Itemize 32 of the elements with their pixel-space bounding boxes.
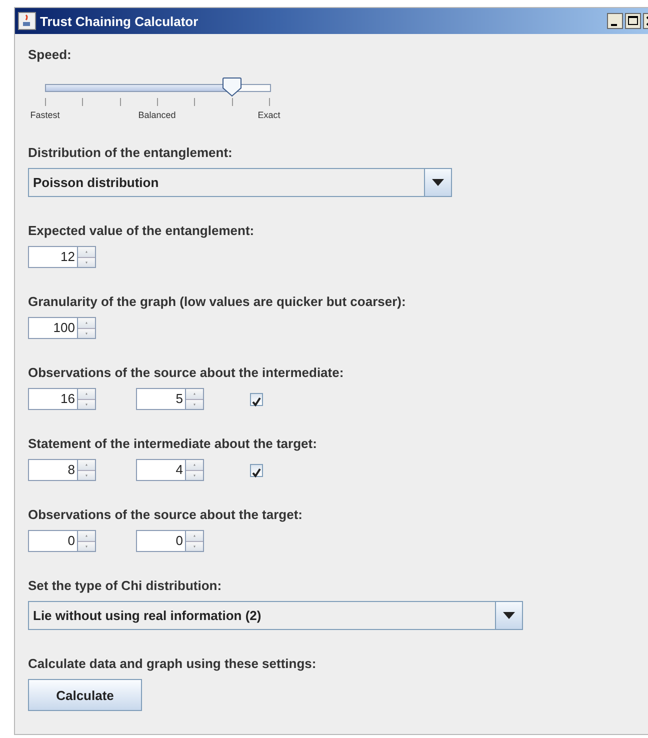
window-title: Trust Chaining Calculator — [40, 14, 198, 28]
number-spinner[interactable]: 0 — [28, 530, 96, 552]
tick-label: Fastest — [30, 110, 60, 120]
section-label: Distribution of the entanglement: — [28, 145, 232, 160]
slider-thumb[interactable] — [222, 77, 242, 97]
dropdown[interactable]: Poisson distribution — [28, 168, 452, 197]
cup-icon — [18, 12, 36, 30]
section-label: Granularity of the graph (low values are quicker but coarser): — [28, 294, 406, 309]
section-label: Set the type of Chi distribution: — [28, 578, 222, 593]
section-label: Calculate data and graph using these settings: — [28, 656, 316, 671]
section-label: Speed: — [28, 47, 72, 62]
section-label: Observations of the source about the target: — [28, 507, 302, 522]
number-spinner[interactable]: 4 — [136, 459, 204, 481]
caret-icon — [503, 612, 515, 619]
number-spinner[interactable]: 0 — [136, 530, 204, 552]
dropdown[interactable]: Lie without using real information (2) — [28, 601, 523, 630]
minimize-icon[interactable] — [607, 13, 623, 29]
number-spinner[interactable]: 12 — [28, 246, 96, 268]
number-spinner[interactable]: 16 — [28, 388, 96, 410]
tick-label: Exact — [258, 110, 280, 120]
checkbox[interactable] — [250, 392, 263, 406]
checkbox[interactable] — [250, 464, 263, 476]
section-label: Statement of the intermediate about the target: — [28, 436, 317, 451]
number-spinner[interactable]: 5 — [136, 388, 204, 410]
caret-icon — [432, 179, 444, 186]
number-spinner[interactable]: 8 — [28, 459, 96, 481]
maximize-icon[interactable] — [625, 13, 641, 29]
number-spinner[interactable]: 100 — [28, 317, 96, 339]
tick-label: Balanced — [138, 110, 176, 120]
section-label: Expected value of the entanglement: — [28, 223, 254, 238]
calculate-button[interactable]: Calculate — [28, 679, 142, 711]
section-label: Observations of the source about the intermediate: — [28, 365, 344, 380]
